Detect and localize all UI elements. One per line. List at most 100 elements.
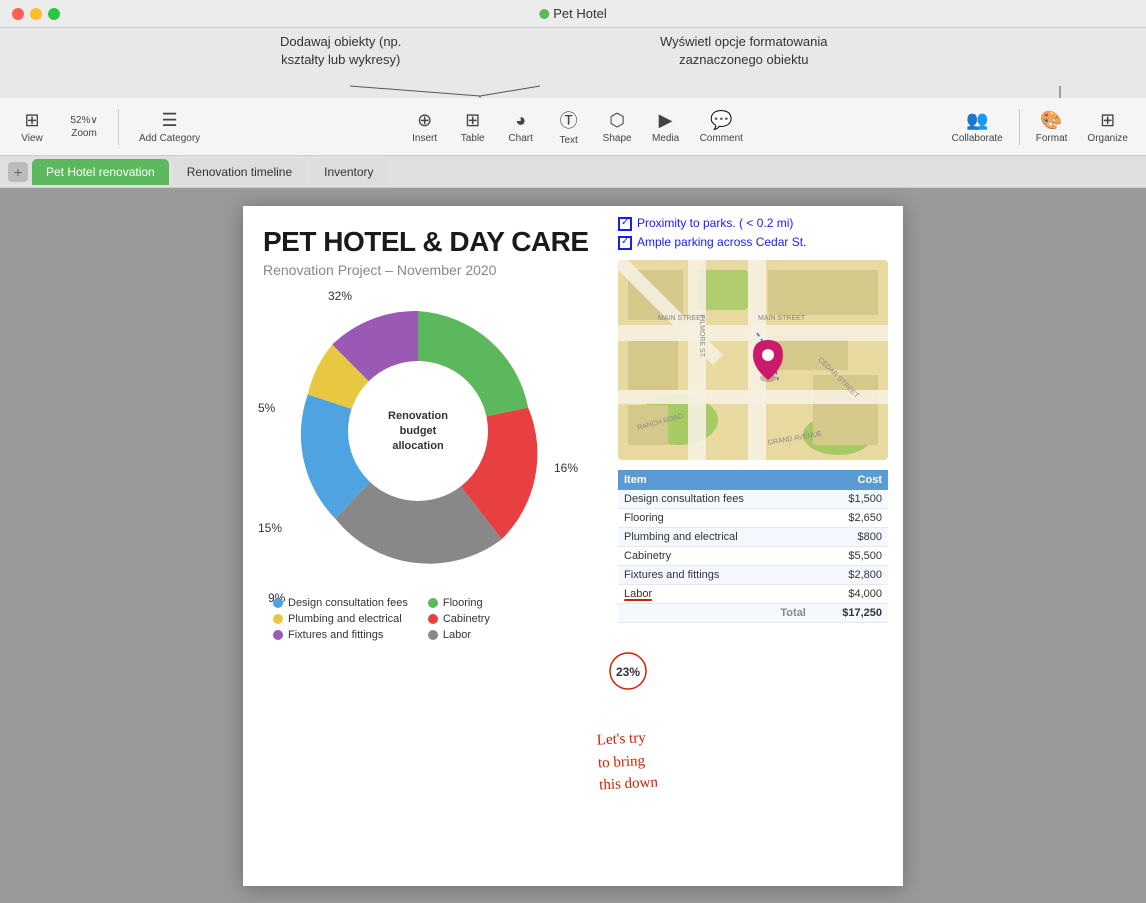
table-cell-labor-cost: $4,000	[812, 584, 888, 603]
table-header-cost: Cost	[812, 470, 888, 490]
legend-cabinetry-dot	[428, 614, 438, 624]
slide[interactable]: PET HOTEL & DAY CARE Renovation Project …	[243, 206, 903, 886]
checkbox-2[interactable]	[618, 236, 632, 250]
add-category-button[interactable]: ☰ Add Category	[131, 102, 208, 152]
check-label-1: Proximity to parks. ( < 0.2 mi)	[637, 216, 793, 230]
pct-16-label: 16%	[554, 461, 578, 475]
canvas-area[interactable]: PET HOTEL & DAY CARE Renovation Project …	[0, 188, 1146, 903]
table-cell-plumbing-item: Plumbing and electrical	[618, 527, 812, 546]
media-button[interactable]: ▶ Media	[644, 102, 688, 152]
table-cell-flooring-item: Flooring	[618, 508, 812, 527]
legend-flooring-dot	[428, 598, 438, 608]
table-row-design: Design consultation fees $1,500	[618, 490, 888, 509]
circle-annotation-svg: 23%	[598, 651, 658, 691]
insert-button[interactable]: ⊕ Insert	[403, 102, 447, 152]
table-header-item: Item	[618, 470, 812, 490]
insert-icon: ⊕	[417, 110, 432, 131]
svg-text:23%: 23%	[616, 665, 640, 679]
text-icon: Ⓣ	[560, 107, 578, 133]
table-cell-total-value: $17,250	[812, 603, 888, 622]
add-tab-button[interactable]: +	[8, 162, 28, 182]
legend-labor-label: Labor	[443, 629, 471, 641]
svg-text:MAIN STREET: MAIN STREET	[758, 315, 806, 322]
table-cell-plumbing-cost: $800	[812, 527, 888, 546]
legend-fixtures: Fixtures and fittings	[273, 629, 408, 641]
toolbar-right: 👥 Collaborate 🎨 Format ⊞ Organize	[944, 102, 1136, 152]
table-button[interactable]: ⊞ Table	[451, 102, 495, 152]
pct-15-label: 15%	[258, 521, 282, 535]
traffic-lights[interactable]	[12, 8, 60, 20]
table-cell-total-label: Total	[618, 603, 812, 622]
legend-fixtures-label: Fixtures and fittings	[288, 629, 383, 641]
table-row-plumbing: Plumbing and electrical $800	[618, 527, 888, 546]
text-button[interactable]: Ⓣ Text	[547, 102, 591, 152]
legend-flooring: Flooring	[428, 597, 563, 609]
svg-text:budget: budget	[400, 425, 437, 437]
organize-button[interactable]: ⊞ Organize	[1079, 102, 1136, 152]
annotation-right: Wyświetl opcje formatowania zaznaczonego…	[660, 33, 828, 69]
legend-cabinetry-label: Cabinetry	[443, 613, 490, 625]
view-icon: ⊞	[24, 110, 39, 131]
pct-5-label: 5%	[258, 401, 275, 415]
legend-design-dot	[273, 598, 283, 608]
legend-plumbing-label: Plumbing and electrical	[288, 613, 402, 625]
comment-icon: 💬	[710, 110, 732, 131]
separator-1	[118, 109, 119, 145]
toolbar: ⊞ View 52%∨ Zoom ☰ Add Category ⊕ Insert…	[0, 98, 1146, 156]
chart-icon: ◕	[515, 110, 526, 131]
table-cell-design-cost: $1,500	[812, 490, 888, 509]
table-cell-cabinetry-item: Cabinetry	[618, 546, 812, 565]
map-svg: FILMORE ST. MAIN STREET MAIN STREET CEDA…	[618, 260, 888, 460]
table-row-flooring: Flooring $2,650	[618, 508, 888, 527]
legend-labor-dot	[428, 630, 438, 640]
table-cell-design-item: Design consultation fees	[618, 490, 812, 509]
toolbar-center: ⊕ Insert ⊞ Table ◕ Chart Ⓣ Text ⬡ Shape …	[210, 102, 944, 152]
shape-icon: ⬡	[609, 110, 625, 131]
legend-design: Design consultation fees	[273, 597, 408, 609]
table-cell-fixtures-item: Fixtures and fittings	[618, 565, 812, 584]
shape-button[interactable]: ⬡ Shape	[595, 102, 640, 152]
check-item-2: Ample parking across Cedar St.	[618, 235, 893, 250]
title-dot-icon	[539, 9, 549, 19]
legend-design-label: Design consultation fees	[288, 597, 408, 609]
view-button[interactable]: ⊞ View	[10, 102, 54, 152]
annotation-arrows	[0, 28, 1146, 98]
svg-text:Renovation: Renovation	[388, 410, 448, 422]
comment-button[interactable]: 💬 Comment	[692, 102, 751, 152]
table-cell-cabinetry-cost: $5,500	[812, 546, 888, 565]
collaborate-button[interactable]: 👥 Collaborate	[944, 102, 1011, 152]
main-content: PET HOTEL & DAY CARE Renovation Project …	[0, 188, 1146, 903]
legend-plumbing: Plumbing and electrical	[273, 613, 408, 625]
chart-button[interactable]: ◕ Chart	[499, 102, 543, 152]
close-button[interactable]	[12, 8, 24, 20]
format-button[interactable]: 🎨 Format	[1028, 102, 1076, 152]
checklist: Proximity to parks. ( < 0.2 mi) Ample pa…	[618, 216, 893, 250]
check-label-2: Ample parking across Cedar St.	[637, 235, 806, 249]
table-row-cabinetry: Cabinetry $5,500	[618, 546, 888, 565]
pct-23-annotation: 23%	[598, 651, 658, 696]
table-row-fixtures: Fixtures and fittings $2,800	[618, 565, 888, 584]
checkbox-1[interactable]	[618, 217, 632, 231]
minimize-button[interactable]	[30, 8, 42, 20]
map-area: FILMORE ST. MAIN STREET MAIN STREET CEDA…	[618, 260, 888, 460]
format-icon: 🎨	[1040, 110, 1062, 131]
separator-2	[1019, 109, 1020, 145]
zoom-button[interactable]: 52%∨ Zoom	[62, 102, 106, 152]
table-cell-labor-item: Labor	[618, 584, 812, 603]
tab-inventory[interactable]: Inventory	[310, 159, 387, 185]
svg-text:allocation: allocation	[392, 440, 444, 452]
maximize-button[interactable]	[48, 8, 60, 20]
media-icon: ▶	[659, 110, 673, 131]
budget-table: Item Cost Design consultation fees $1,50…	[618, 470, 888, 623]
right-panel: Proximity to parks. ( < 0.2 mi) Ample pa…	[618, 216, 893, 623]
svg-text:MAIN STREET: MAIN STREET	[658, 315, 706, 322]
legend-plumbing-dot	[273, 614, 283, 624]
tab-renovation-timeline[interactable]: Renovation timeline	[173, 159, 306, 185]
annotation-area: Dodawaj obiekty (np. kształty lub wykres…	[0, 28, 1146, 98]
legend-flooring-label: Flooring	[443, 597, 483, 609]
list-icon: ☰	[162, 110, 178, 131]
legend-cabinetry: Cabinetry	[428, 613, 563, 625]
organize-icon: ⊞	[1100, 110, 1115, 131]
table-cell-flooring-cost: $2,650	[812, 508, 888, 527]
tab-pet-hotel-renovation[interactable]: Pet Hotel renovation	[32, 159, 169, 185]
